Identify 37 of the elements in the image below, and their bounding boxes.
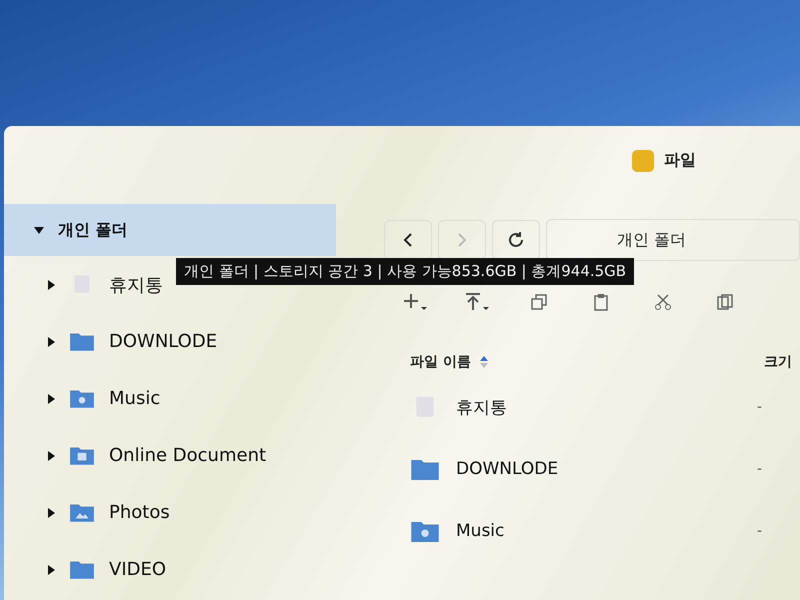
expand-caret-icon[interactable] (48, 450, 55, 460)
size-column-header[interactable]: 크기 (764, 353, 800, 371)
name-column-header[interactable]: 파일 이름 (410, 353, 489, 371)
tree-item[interactable]: 개인 폴더 (4, 204, 336, 256)
expand-caret-icon[interactable] (48, 564, 55, 574)
file-size: - (756, 523, 762, 539)
plus-icon (402, 292, 428, 312)
sort-icon (478, 355, 489, 369)
file-row[interactable]: DOWNLODE - (384, 438, 800, 500)
refresh-icon (507, 231, 525, 249)
file-name: Music (456, 521, 504, 541)
upload-icon (464, 292, 490, 312)
expand-caret-icon[interactable] (48, 394, 55, 404)
file-row[interactable]: Music - (384, 500, 800, 562)
expand-caret-icon[interactable] (48, 280, 55, 290)
copy-icon (530, 293, 548, 311)
file-name: DOWNLODE (456, 459, 558, 479)
file-row[interactable]: 휴지통 - (384, 376, 800, 438)
tree-item[interactable]: Photos (4, 484, 336, 541)
window-title: 파일 (664, 150, 696, 171)
file-size: - (756, 399, 762, 415)
stacked-pages-icon (716, 293, 734, 311)
back-icon (403, 233, 413, 247)
scissors-icon (654, 293, 672, 311)
tree-item[interactable]: DOWNLODE (4, 313, 336, 370)
expand-caret-icon[interactable] (34, 226, 44, 234)
storage-tooltip: 개인 폴더 | 스토리지 공간 3 | 사용 가능853.6GB | 총계944.5GB (176, 258, 634, 285)
tree-item[interactable]: Online Document (4, 427, 336, 484)
file-size: - (756, 461, 762, 477)
tree-item[interactable]: Music (4, 370, 336, 427)
app-icon (632, 150, 654, 172)
expand-caret-icon[interactable] (48, 508, 55, 518)
file-name: 휴지통 (456, 396, 507, 418)
tree-item[interactable]: VIDEO (4, 541, 336, 598)
forward-icon (457, 233, 467, 247)
clipboard-icon (592, 293, 610, 311)
expand-caret-icon[interactable] (48, 336, 55, 346)
